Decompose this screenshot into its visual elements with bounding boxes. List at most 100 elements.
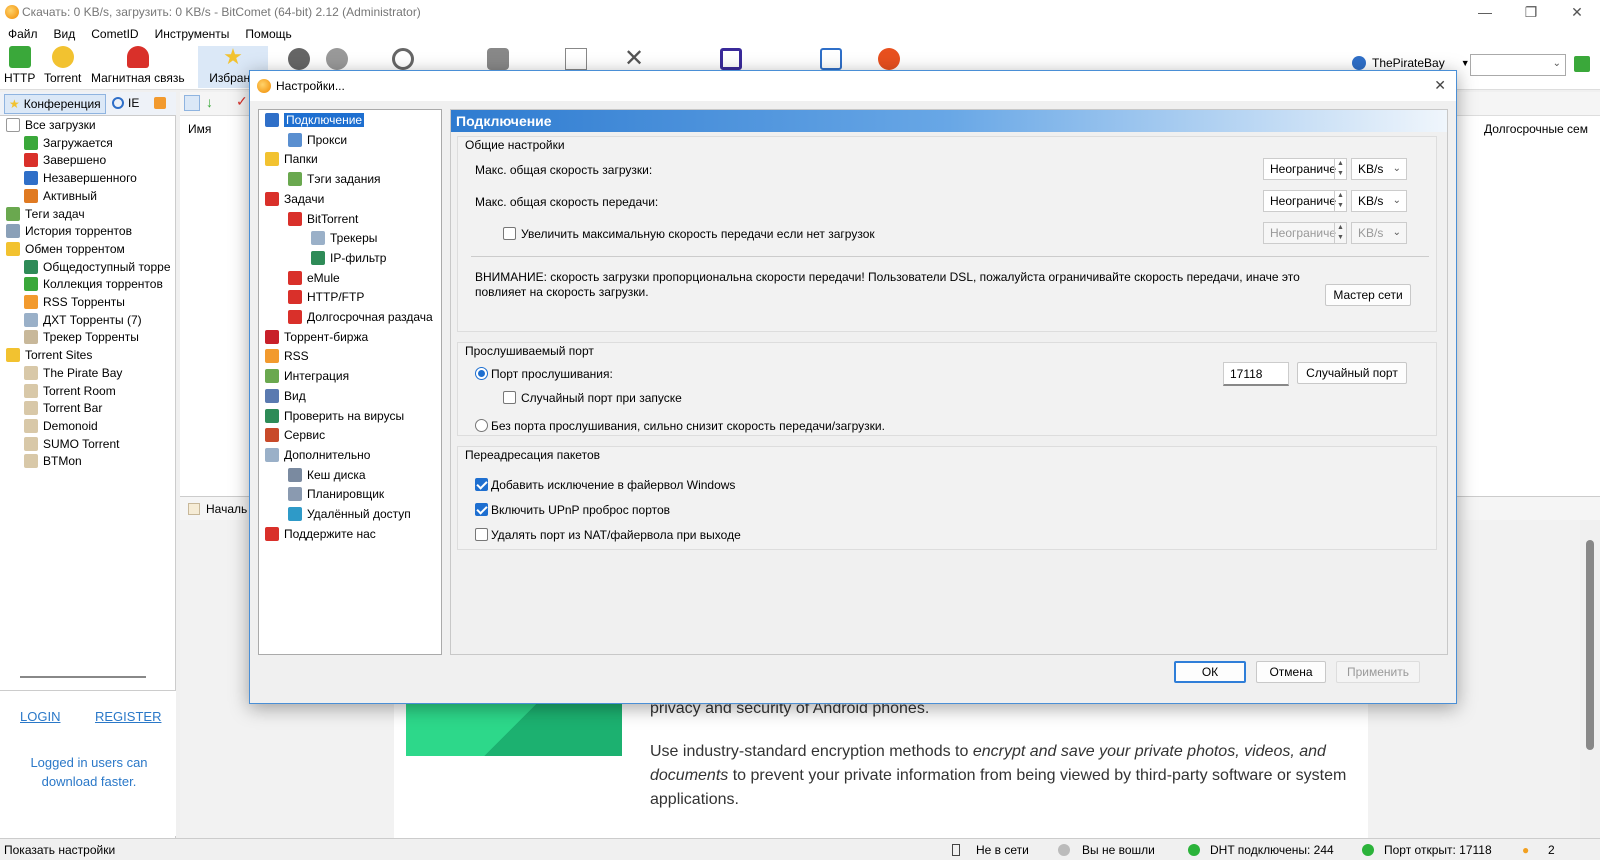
close-icon[interactable]: ✕	[1554, 0, 1600, 24]
search-input[interactable]: ⌄	[1470, 54, 1566, 76]
boost-upload-checkbox[interactable]	[503, 227, 516, 240]
tab-ie[interactable]: IE	[112, 96, 139, 110]
settings-nav-item[interactable]: Вид	[265, 388, 306, 403]
search-engine-select[interactable]: ThePirateBay ▼	[1352, 56, 1470, 70]
sidebar-item[interactable]: Torrent Sites	[6, 348, 92, 363]
cancel-button[interactable]: Отмена	[1256, 661, 1326, 683]
sidebar-item[interactable]: The Pirate Bay	[24, 365, 122, 380]
scroll-thumb[interactable]	[1586, 540, 1594, 750]
settings-nav-item[interactable]: Сервис	[265, 428, 325, 443]
minimize-icon[interactable]: —	[1462, 0, 1508, 24]
random-port-button[interactable]: Случайный порт	[1297, 362, 1407, 384]
no-port-radio[interactable]	[475, 419, 488, 432]
sidebar-item[interactable]: Обмен торрентом	[6, 241, 125, 256]
settings-nav-item[interactable]: eMule	[288, 270, 340, 285]
settings-nav-item[interactable]: Трекеры	[311, 231, 377, 246]
sidebar-scrollbar[interactable]	[20, 676, 146, 678]
menu-view[interactable]: Вид	[54, 27, 76, 41]
max-download-unit[interactable]: KB/s ⌄	[1351, 158, 1407, 180]
menu-cometid[interactable]: CometID	[91, 27, 138, 41]
sidebar-item[interactable]: Теги задач	[6, 206, 85, 221]
sidebar-item[interactable]: RSS Торренты	[24, 295, 125, 309]
ok-button[interactable]: ОК	[1174, 661, 1246, 683]
http-button[interactable]: HTTP	[4, 46, 35, 85]
settings-nav-item[interactable]: Папки	[265, 152, 318, 167]
settings-nav-item[interactable]: Планировщик	[288, 487, 384, 502]
settings-nav-item[interactable]: Задачи	[265, 191, 324, 206]
settings-nav-item[interactable]: Подключение	[265, 113, 365, 127]
settings-nav-item[interactable]: Удалённый доступ	[288, 507, 411, 521]
browser-scrollbar[interactable]	[1580, 520, 1600, 838]
dialog-close-icon[interactable]: ✕	[1434, 77, 1446, 94]
power-icon[interactable]	[878, 48, 900, 70]
settings-nav-item[interactable]: Прокси	[288, 132, 347, 147]
play-icon[interactable]	[288, 48, 310, 70]
properties-icon[interactable]	[565, 48, 587, 70]
sidebar-item[interactable]: SUMO Torrent	[24, 436, 119, 451]
sidebar-item[interactable]: История торрентов	[6, 224, 132, 239]
download-arrow-icon[interactable]: ↓	[206, 94, 213, 110]
delete-icon[interactable]: ✕	[623, 47, 645, 71]
stop-icon[interactable]	[326, 48, 348, 70]
spin-arrows-icon[interactable]: ▲ ▼	[1334, 159, 1346, 179]
sidebar-item[interactable]: Общедоступный торре	[24, 259, 171, 274]
settings-nav-item[interactable]: Торрент-биржа	[265, 329, 368, 344]
apply-button[interactable]: Применить	[1336, 661, 1420, 683]
sidebar-item[interactable]: ДХТ Торренты (7)	[24, 312, 142, 327]
sidebar-item[interactable]: Torrent Bar	[24, 401, 102, 416]
export-icon[interactable]	[820, 48, 842, 70]
listen-port-input[interactable]: 17118	[1223, 362, 1289, 386]
spin-arrows-icon[interactable]: ▲ ▼	[1334, 191, 1346, 211]
tab-conference[interactable]: ★ Конференция	[4, 94, 106, 114]
remove-nat-checkbox[interactable]	[475, 528, 488, 541]
column-name[interactable]: Имя	[188, 122, 211, 136]
sidebar-item[interactable]: Загружается	[24, 135, 113, 150]
preview-icon[interactable]	[392, 48, 414, 70]
sidebar-item[interactable]: Demonoid	[24, 418, 98, 433]
column-longterm[interactable]: Долгосрочные сем	[1484, 122, 1588, 136]
settings-nav-item[interactable]: RSS	[265, 349, 309, 364]
settings-nav-item[interactable]: Проверить на вирусы	[265, 408, 404, 423]
settings-nav-item[interactable]: Долгосрочная раздача	[288, 310, 433, 324]
sidebar-item[interactable]: Активный	[24, 188, 97, 203]
monitor-icon[interactable]	[720, 48, 742, 70]
menu-tools[interactable]: Инструменты	[155, 27, 230, 41]
bell-icon[interactable]: ●	[1522, 843, 1529, 857]
new-task-icon[interactable]	[184, 95, 200, 111]
settings-nav-item[interactable]: Кеш диска	[288, 467, 366, 482]
magnet-button[interactable]: Магнитная связь	[91, 46, 185, 85]
max-upload-spin[interactable]: Неограниче ▲ ▼	[1263, 190, 1347, 212]
firewall-checkbox[interactable]	[475, 478, 488, 491]
rss-icon[interactable]	[154, 97, 166, 109]
menu-help[interactable]: Помощь	[245, 27, 291, 41]
folder-icon[interactable]	[487, 48, 509, 70]
check-icon[interactable]: ✓	[236, 93, 248, 110]
settings-nav-item[interactable]: HTTP/FTP	[288, 290, 364, 305]
settings-nav-item[interactable]: BitTorrent	[288, 211, 358, 226]
sidebar-item[interactable]: Завершено	[24, 153, 106, 168]
upnp-checkbox[interactable]	[475, 503, 488, 516]
listen-port-radio[interactable]	[475, 367, 488, 380]
settings-nav-item[interactable]: IP-фильтр	[311, 250, 386, 265]
sidebar-item[interactable]: Все загрузки	[6, 118, 96, 132]
sidebar-item[interactable]: Незавершенного	[24, 171, 137, 186]
random-port-on-start-checkbox[interactable]	[503, 391, 516, 404]
tab-start[interactable]: Началь	[206, 502, 247, 516]
menu-file[interactable]: Файл	[8, 27, 38, 41]
settings-nav-item[interactable]: Интеграция	[265, 369, 349, 384]
go-icon[interactable]	[1574, 56, 1590, 72]
max-upload-unit[interactable]: KB/s ⌄	[1351, 190, 1407, 212]
sidebar-item[interactable]: BTMon	[24, 454, 82, 469]
sidebar-item[interactable]: Коллекция торрентов	[24, 277, 163, 292]
network-wizard-button[interactable]: Мастер сети	[1325, 284, 1411, 306]
register-link[interactable]: REGISTER	[95, 709, 161, 724]
torrent-button[interactable]: Torrent	[44, 46, 81, 85]
max-download-spin[interactable]: Неограниче ▲ ▼	[1263, 158, 1347, 180]
login-link[interactable]: LOGIN	[20, 709, 60, 724]
settings-nav-item[interactable]: Дополнительно	[265, 447, 370, 462]
sidebar-item[interactable]: Трекер Торренты	[24, 330, 139, 345]
sidebar-item[interactable]: Torrent Room	[24, 383, 116, 398]
settings-nav-item[interactable]: Тэги задания	[288, 172, 381, 187]
restore-icon[interactable]: ❐	[1508, 0, 1554, 24]
settings-nav-item[interactable]: Поддержите нас	[265, 526, 376, 541]
